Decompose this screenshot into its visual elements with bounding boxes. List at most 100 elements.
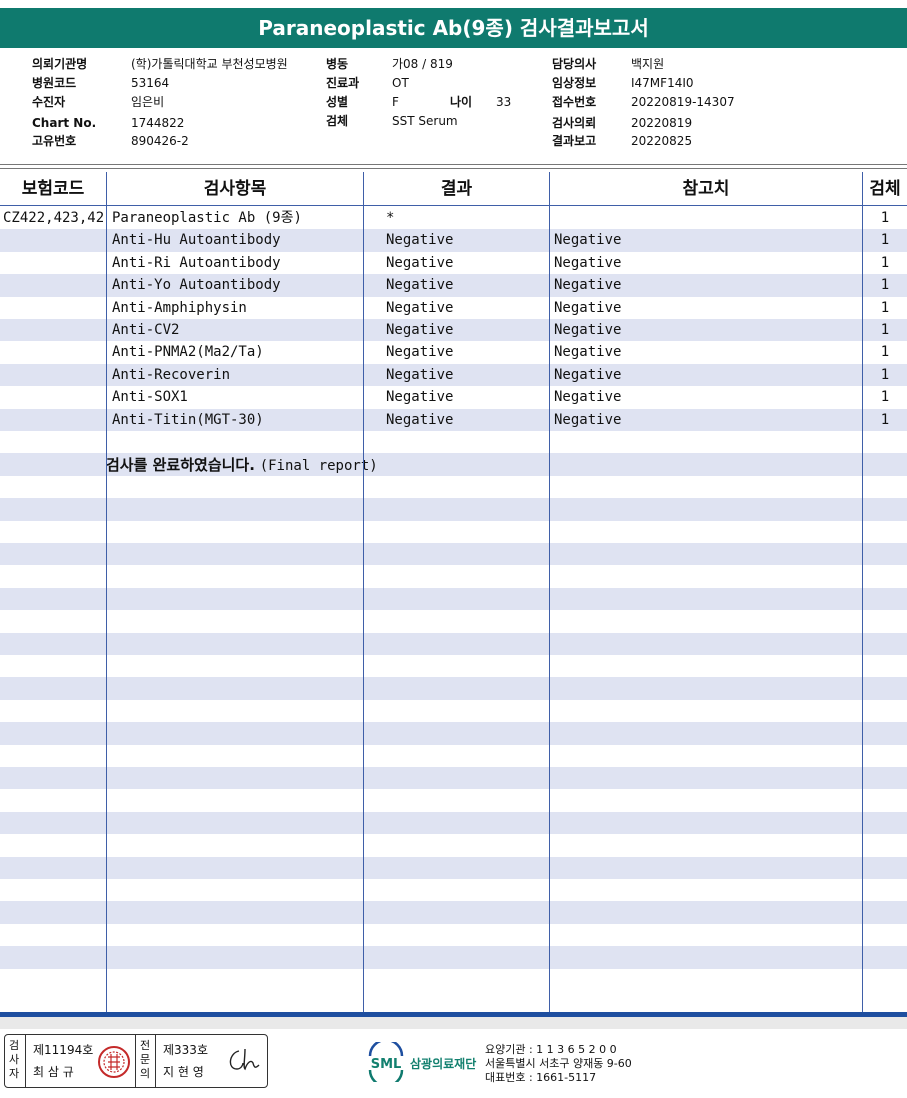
footer-band — [0, 1017, 907, 1029]
report-date-label: 결과보고 — [552, 134, 597, 148]
receipt-no-label: 접수번호 — [552, 95, 597, 109]
cell-test-item: Anti-Ri Autoantibody — [112, 254, 281, 271]
request-date-label: 검사의뢰 — [552, 116, 597, 130]
cell-reference: Negative — [554, 254, 622, 271]
table-row: Anti-PNMA2(Ma2/Ta) Negative Negative 1 — [0, 341, 907, 363]
cell-result: Negative — [386, 254, 454, 271]
cell-reference: Negative — [554, 232, 622, 249]
table-row: Anti-SOX1 Negative Negative 1 — [0, 386, 907, 408]
institution-value: (학)가톨릭대학교 부천성모병원 — [131, 57, 288, 71]
chart-no-label: Chart No. — [32, 116, 97, 130]
cell-reference: Negative — [554, 344, 622, 361]
cell-reference: Negative — [554, 322, 622, 338]
clinical-info-label: 임상정보 — [552, 76, 597, 90]
doctor-label: 담당의사 — [552, 57, 597, 71]
row-stripe — [0, 946, 907, 969]
cell-test-item: Anti-Hu Autoantibody — [112, 232, 281, 249]
table-row: Anti-Recoverin Negative Negative 1 — [0, 364, 907, 386]
cell-test-item: Anti-Recoverin — [112, 366, 231, 383]
cell-insurance-code — [3, 386, 105, 408]
cell-reference: Negative — [554, 277, 622, 294]
cell-specimen: 1 — [880, 277, 890, 294]
header-test-item: 검사항목 — [203, 179, 267, 199]
cell-reference — [554, 207, 860, 229]
org-name: 삼광의료재단 — [410, 1057, 477, 1071]
org-phone: 대표번호 : 1661-5117 — [485, 1071, 597, 1084]
cell-result: Negative — [386, 344, 454, 361]
cell-specimen: 1 — [880, 254, 890, 271]
table-header: 보험코드 검사항목 결과 참고치 검체 — [0, 172, 907, 206]
row-stripe — [0, 722, 907, 745]
final-report-message: 검사를 완료하였습니다. (Final report) — [106, 454, 378, 477]
row-stripe — [0, 856, 907, 879]
cell-insurance-code — [3, 409, 105, 431]
clinical-info-value: I47MF14I0 — [631, 76, 694, 90]
specialist-license: 제333호 — [163, 1043, 208, 1057]
receipt-no-value: 20220819-14307 — [631, 95, 735, 109]
table-row: Anti-Yo Autoantibody Negative Negative 1 — [0, 274, 907, 296]
doctor-value: 백지원 — [631, 57, 665, 71]
results-table: 보험코드 검사항목 결과 참고치 검체 CZ422,423,42 Paraneop… — [0, 172, 907, 1012]
cell-test-item: Anti-Titin(MGT-30) — [112, 411, 264, 428]
cell-insurance-code — [3, 274, 105, 296]
cell-insurance-code — [3, 341, 105, 363]
row-stripe — [0, 677, 907, 700]
age-label: 나이 — [450, 95, 473, 109]
specialist-role: 전 문 의 — [139, 1039, 151, 1080]
table-row: Anti-Amphiphysin Negative Negative 1 — [0, 297, 907, 319]
report-title: Paraneoplastic Ab(9종) 검사결과보고서 — [0, 8, 907, 48]
final-message-english: (Final report) — [259, 458, 378, 474]
cell-test-item: Anti-Amphiphysin — [112, 299, 247, 316]
cell-specimen: 1 — [880, 389, 890, 406]
sex-value: F — [392, 95, 399, 109]
cell-result: Negative — [386, 366, 454, 383]
cell-test-item: Anti-PNMA2(Ma2/Ta) — [112, 344, 264, 361]
org-address: 서울특별시 서초구 양재동 9-60 — [485, 1057, 632, 1070]
table-row: Anti-Titin(MGT-30) Negative Negative 1 — [0, 409, 907, 431]
signature-box: 검 사 자 제11194호 최 삼 규 전 문 의 제333호 지 현 영 — [4, 1034, 268, 1088]
cell-specimen: 1 — [880, 322, 890, 338]
cell-insurance-code — [3, 364, 105, 386]
row-stripe — [0, 811, 907, 835]
sml-logo-icon: SML — [368, 1042, 404, 1082]
cell-insurance-code — [3, 252, 105, 274]
signature-icon — [229, 1048, 260, 1071]
cell-insurance-code: CZ422,423,42 — [3, 210, 105, 226]
cell-specimen: 1 — [880, 210, 890, 226]
specimen-value: SST Serum — [392, 114, 458, 128]
cell-specimen: 1 — [880, 411, 890, 428]
table-row: Anti-CV2 Negative Negative 1 — [0, 319, 907, 341]
hospital-code-value: 53164 — [131, 76, 170, 90]
header-specimen: 검체 — [869, 179, 901, 199]
table-row: Anti-Ri Autoantibody Negative Negative 1 — [0, 252, 907, 274]
cell-specimen: 1 — [880, 299, 890, 316]
sex-label: 성별 — [326, 95, 349, 109]
unique-id-value: 890426-2 — [131, 134, 189, 148]
cell-result: Negative — [386, 277, 454, 294]
institution-label: 의뢰기관명 — [32, 57, 88, 71]
cell-reference: Negative — [554, 366, 622, 383]
cell-reference: Negative — [554, 299, 622, 316]
header-reference: 참고치 — [682, 179, 730, 199]
header-divider — [0, 168, 907, 169]
table-row: CZ422,423,42 Paraneoplastic Ab (9종) * 1 — [0, 207, 907, 229]
tester-role: 검 사 자 — [8, 1039, 20, 1080]
cell-result: Negative — [386, 232, 454, 249]
org-registration: 요양기관 : 1 1 3 6 5 2 0 0 — [485, 1043, 617, 1056]
cell-insurance-code — [3, 297, 105, 319]
svg-text:SML: SML — [371, 1057, 402, 1072]
specialist-name: 지 현 영 — [163, 1065, 204, 1079]
department-value: OT — [392, 76, 409, 90]
cell-test-item: Anti-CV2 — [112, 322, 180, 338]
header-result: 결과 — [440, 179, 473, 199]
cell-specimen: 1 — [880, 344, 890, 361]
cell-result: * — [386, 210, 395, 226]
ward-label: 병동 — [326, 57, 349, 71]
column-divider — [549, 172, 550, 1012]
report-date-value: 20220825 — [631, 134, 693, 148]
cell-reference: Negative — [554, 411, 622, 428]
final-message-korean: 검사를 완료하였습니다. — [106, 456, 255, 474]
cell-test-item: Paraneoplastic Ab (9종) — [112, 210, 302, 226]
cell-insurance-code — [3, 319, 105, 341]
cell-specimen: 1 — [880, 366, 890, 383]
